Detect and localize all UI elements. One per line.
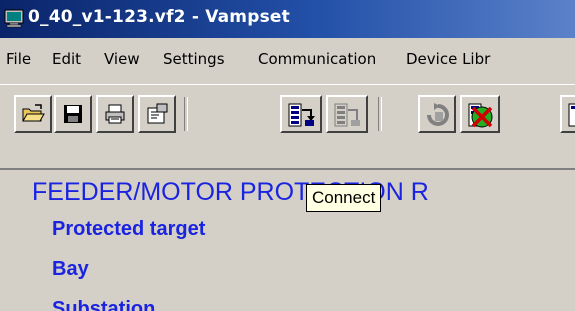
floppy-disk-icon	[64, 105, 82, 123]
app-window: 0_40_v1-123.vf2 - Vampset File Edit View…	[0, 0, 575, 311]
print-button[interactable]	[96, 95, 134, 133]
field-substation[interactable]: Substation	[52, 298, 155, 311]
toolbar-separator	[184, 97, 188, 131]
device-icon	[568, 103, 575, 127]
open-button[interactable]	[14, 95, 52, 133]
connect-button[interactable]	[280, 95, 322, 133]
properties-button[interactable]	[138, 95, 176, 133]
title-bar[interactable]: 0_40_v1-123.vf2 - Vampset	[0, 0, 575, 38]
menu-communication[interactable]: Communication	[258, 50, 376, 68]
stop-icon	[468, 103, 493, 128]
toolbar-separator	[378, 97, 382, 131]
menu-file[interactable]: File	[6, 50, 31, 68]
folder-open-icon	[22, 104, 45, 122]
menu-edit[interactable]: Edit	[52, 50, 81, 68]
more-button[interactable]	[560, 95, 575, 133]
content-panel: FEEDER/MOTOR PROTECTION R Protected targ…	[0, 168, 575, 311]
window-title: 0_40_v1-123.vf2 - Vampset	[28, 7, 290, 27]
monitor-icon	[4, 9, 24, 28]
connect-icon	[288, 103, 315, 127]
field-protected-target[interactable]: Protected target	[52, 218, 205, 241]
refresh-icon	[427, 103, 449, 126]
menu-view[interactable]: View	[104, 50, 140, 68]
printer-icon	[105, 104, 125, 124]
refresh-button[interactable]	[418, 95, 456, 133]
toolbar	[0, 84, 575, 159]
field-bay[interactable]: Bay	[52, 258, 89, 281]
menu-settings[interactable]: Settings	[163, 50, 225, 68]
properties-icon	[147, 103, 168, 124]
tooltip-connect: Connect	[306, 184, 382, 212]
disconnect-button[interactable]	[326, 95, 368, 133]
menu-bar: File Edit View Settings Communication De…	[0, 38, 575, 78]
disconnect-icon	[334, 103, 360, 127]
menu-device-library[interactable]: Device Libr	[406, 50, 490, 68]
stop-button[interactable]	[460, 95, 500, 133]
save-button[interactable]	[54, 95, 92, 133]
